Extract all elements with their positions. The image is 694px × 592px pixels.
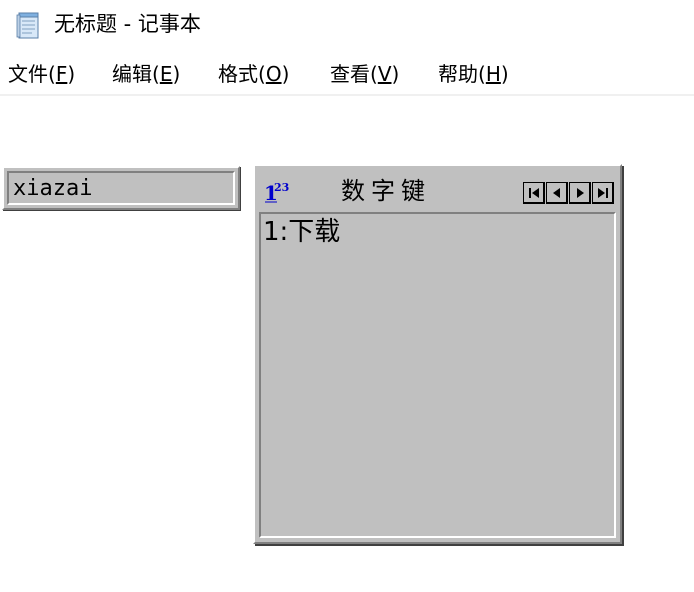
menu-help-label: 帮助( — [438, 62, 486, 86]
page-nav-group — [522, 182, 614, 204]
menu-edit[interactable]: 编辑(E) — [112, 60, 180, 88]
menu-help-accel: H — [485, 62, 501, 86]
ime-mode-label: 数字键 — [341, 177, 431, 205]
menu-bar: 文件(F) 编辑(E) 格式(O) 查看(V) 帮助(H) — [0, 52, 694, 96]
last-page-icon — [598, 188, 608, 198]
menu-file-accel: F — [55, 62, 68, 86]
menu-format-suffix: ) — [281, 62, 290, 86]
menu-format-accel: O — [265, 62, 282, 86]
notepad-window: 无标题 - 记事本 文件(F) 编辑(E) 格式(O) 查看(V) 帮助(H) … — [0, 0, 694, 592]
menu-help[interactable]: 帮助(H) — [438, 60, 509, 88]
menu-file-suffix: ) — [67, 62, 76, 86]
menu-view-accel: V — [377, 62, 392, 86]
menu-view-suffix: ) — [391, 62, 400, 86]
ime-composition-text: xiazai — [13, 176, 93, 201]
menu-format-label: 格式( — [218, 62, 266, 86]
notepad-icon — [16, 12, 39, 39]
menu-file[interactable]: 文件(F) — [8, 60, 75, 88]
ime-status-bar[interactable]: 1 23 数字键 — [257, 168, 618, 212]
menu-help-suffix: ) — [500, 62, 509, 86]
menu-edit-label: 编辑( — [112, 62, 160, 86]
ime-composition-window: xiazai — [2, 166, 240, 210]
svg-text:23: 23 — [274, 181, 289, 194]
prev-page-icon — [553, 188, 560, 198]
menu-file-label: 文件( — [8, 62, 56, 86]
candidate-item[interactable]: 1:下载 — [263, 216, 340, 248]
menu-edit-suffix: ) — [172, 62, 181, 86]
first-page-button[interactable] — [523, 182, 545, 204]
prev-page-button[interactable] — [546, 182, 568, 204]
menu-view[interactable]: 查看(V) — [330, 60, 399, 88]
ime-composition-field: xiazai — [7, 171, 235, 205]
first-page-icon — [529, 188, 539, 198]
ime-candidate-window: 1 23 数字键 1:下载 — [253, 164, 622, 544]
last-page-button[interactable] — [592, 182, 614, 204]
menu-edit-accel: E — [159, 62, 173, 86]
next-page-button[interactable] — [569, 182, 591, 204]
title-bar[interactable]: 无标题 - 记事本 — [0, 0, 694, 50]
next-page-icon — [577, 188, 584, 198]
candidate-list: 1:下载 — [259, 212, 616, 538]
menu-format[interactable]: 格式(O) — [218, 60, 289, 88]
ime-123-logo-icon[interactable]: 1 23 — [263, 178, 293, 204]
menu-view-label: 查看( — [330, 62, 378, 86]
window-title: 无标题 - 记事本 — [54, 12, 201, 36]
